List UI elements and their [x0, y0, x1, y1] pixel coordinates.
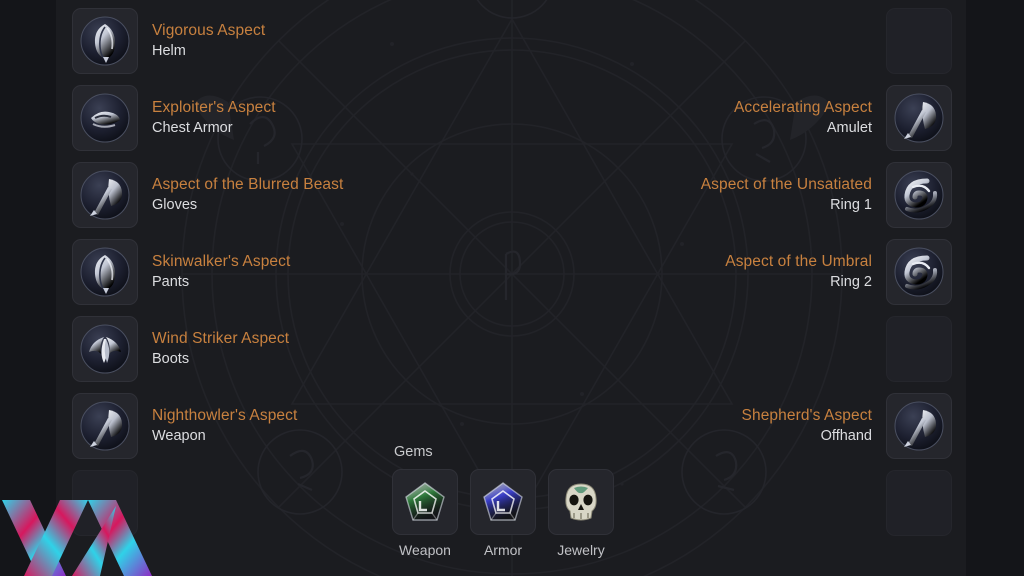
gem-cell: Armor	[470, 469, 536, 558]
equipment-slot-row[interactable]: Vigorous Aspect Helm	[72, 8, 265, 74]
equipment-slot-row[interactable]: Aspect of the Unsatiated Ring 1	[701, 162, 952, 228]
empty-equipment-slot[interactable]	[886, 8, 952, 74]
equipment-slot-label: Weapon	[152, 428, 206, 445]
equipment-slot-text: Aspect of the Unsatiated Ring 1	[701, 176, 872, 215]
equipment-slot-text: Exploiter's Aspect Chest Armor	[152, 99, 276, 138]
equipment-slot-row[interactable]: Shepherd's Aspect Offhand	[742, 393, 952, 459]
equipment-slot-text: Wind Striker Aspect Boots	[152, 330, 289, 369]
gem-label: Armor	[483, 542, 523, 558]
aspect-name[interactable]: Shepherd's Aspect	[742, 407, 872, 426]
equipment-slot-text: Skinwalker's Aspect Pants	[152, 253, 290, 292]
equipment-slot-row[interactable]: Aspect of the Blurred Beast Gloves	[72, 162, 343, 228]
gem-slot-jewelry[interactable]	[548, 469, 614, 535]
gem-slot-weapon[interactable]	[392, 469, 458, 535]
equipment-slot-text: Shepherd's Aspect Offhand	[742, 407, 872, 446]
equipment-slot-label: Boots	[152, 351, 190, 368]
equipment-slot-label: Gloves	[152, 197, 198, 214]
equipment-slot-label: Ring 1	[830, 197, 872, 214]
gem-slot-armor[interactable]	[470, 469, 536, 535]
equipment-slot-label: Amulet	[826, 120, 872, 137]
va-logo	[0, 476, 158, 576]
equipment-slot-label: Offhand	[820, 428, 872, 445]
equipment-slot-label: Pants	[152, 274, 190, 291]
gems-title: Gems	[394, 444, 433, 460]
equipment-slot-label: Ring 2	[830, 274, 872, 291]
empty-equipment-slot[interactable]	[886, 470, 952, 536]
equipment-slot[interactable]	[72, 8, 138, 74]
aspect-name[interactable]: Skinwalker's Aspect	[152, 253, 290, 272]
equipment-slot[interactable]	[72, 239, 138, 305]
aspect-name[interactable]: Accelerating Aspect	[734, 99, 872, 118]
equipment-slot-row[interactable]: Exploiter's Aspect Chest Armor	[72, 85, 276, 151]
aspect-name[interactable]: Aspect of the Blurred Beast	[152, 176, 343, 195]
equipment-slot[interactable]	[72, 85, 138, 151]
gem-label: Weapon	[399, 542, 451, 558]
equipment-slot-text: Accelerating Aspect Amulet	[734, 99, 872, 138]
aspect-name[interactable]: Wind Striker Aspect	[152, 330, 289, 349]
equipment-slot-row[interactable]: Skinwalker's Aspect Pants	[72, 239, 290, 305]
equipment-slot-row	[886, 8, 952, 74]
equipment-slot[interactable]	[886, 393, 952, 459]
aspect-name[interactable]: Aspect of the Umbral	[725, 253, 872, 272]
equipment-slot-row	[886, 470, 952, 536]
equipment-slot[interactable]	[72, 162, 138, 228]
equipment-slot-label: Helm	[152, 43, 186, 60]
equipment-slot[interactable]	[886, 239, 952, 305]
empty-equipment-slot[interactable]	[886, 316, 952, 382]
equipment-slot-label: Chest Armor	[152, 120, 233, 137]
equipment-slot-row[interactable]: Aspect of the Umbral Ring 2	[725, 239, 952, 305]
gem-cell: Weapon	[392, 469, 458, 558]
gem-cell: Jewelry	[548, 469, 614, 558]
equipment-slot-text: Aspect of the Umbral Ring 2	[725, 253, 872, 292]
equipment-slot[interactable]	[886, 162, 952, 228]
right-gutter	[966, 0, 1024, 576]
aspect-name[interactable]: Nighthowler's Aspect	[152, 407, 297, 426]
equipment-slot-row[interactable]: Accelerating Aspect Amulet	[734, 85, 952, 151]
build-planner-screen: Vigorous Aspect Helm Exploiter's Aspect Che…	[0, 0, 1024, 576]
aspect-name[interactable]: Aspect of the Unsatiated	[701, 176, 872, 195]
gem-label: Jewelry	[557, 542, 605, 558]
equipment-slot-text: Vigorous Aspect Helm	[152, 22, 265, 61]
equipment-slot-row	[886, 316, 952, 382]
equipment-slot[interactable]	[72, 393, 138, 459]
gems-row: Weapon Armor Jewelry	[392, 469, 632, 558]
gems-section: Gems Weapon Armor Jewelry	[392, 444, 632, 558]
aspect-name[interactable]: Vigorous Aspect	[152, 22, 265, 41]
aspect-name[interactable]: Exploiter's Aspect	[152, 99, 276, 118]
equipment-slot[interactable]	[886, 85, 952, 151]
equipment-slot-row[interactable]: Nighthowler's Aspect Weapon	[72, 393, 297, 459]
equipment-slot-row[interactable]: Wind Striker Aspect Boots	[72, 316, 289, 382]
equipment-slot-text: Nighthowler's Aspect Weapon	[152, 407, 297, 446]
equipment-slot[interactable]	[72, 316, 138, 382]
equipment-slot-text: Aspect of the Blurred Beast Gloves	[152, 176, 343, 215]
